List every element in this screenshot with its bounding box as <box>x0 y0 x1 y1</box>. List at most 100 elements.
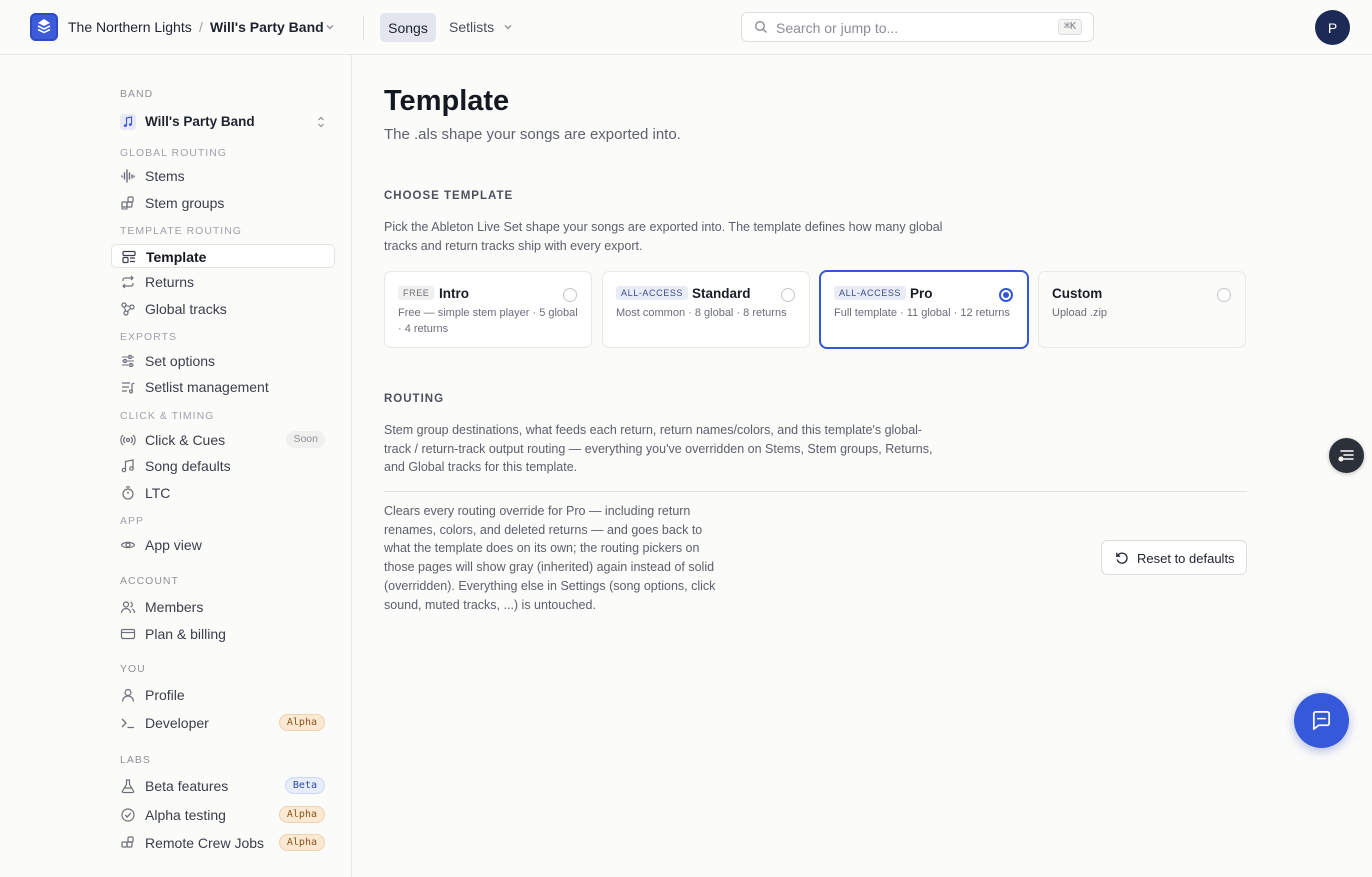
sidebar-item-alpha-testing[interactable]: Alpha testing Alpha <box>111 803 335 827</box>
app-logo-icon[interactable] <box>30 13 58 41</box>
check-circle-icon <box>120 807 136 823</box>
search-shortcut: ⌘K <box>1057 19 1082 35</box>
template-card-custom[interactable]: Custom Upload .zip <box>1038 271 1246 348</box>
top-divider <box>363 16 364 40</box>
chat-button[interactable] <box>1294 693 1349 748</box>
sidebar-item-song-defaults[interactable]: Song defaults <box>111 454 335 478</box>
section-app: APP <box>120 515 145 527</box>
sidebar-item-label: Template <box>146 249 207 265</box>
description-line: Pick the Ableton Live Set shape your son… <box>384 220 943 234</box>
template-description: Most common · 8 global · 8 returns <box>616 307 787 319</box>
sidebar-item-label: Click & Cues <box>145 432 226 448</box>
sidebar-item-app-view[interactable]: App view <box>111 533 335 557</box>
breadcrumb-org[interactable]: The Northern Lights <box>68 19 192 35</box>
sidebar-item-returns[interactable]: Returns <box>111 270 335 294</box>
list-icon <box>1338 450 1354 462</box>
page-subtitle: The .als shape your songs are exported i… <box>384 126 681 143</box>
sidebar-item-plan-billing[interactable]: Plan & billing <box>111 622 335 646</box>
sidebar-item-developer[interactable]: Developer Alpha <box>111 711 335 735</box>
search-icon <box>754 20 768 34</box>
sidebar-item-remote-crew-jobs[interactable]: Remote Crew Jobs Alpha <box>111 831 335 855</box>
sidebar-item-stem-groups[interactable]: Stem groups <box>111 191 335 215</box>
sidebar-item-label: Song defaults <box>145 458 231 474</box>
description-line: track / return-track output routing — ev… <box>384 441 933 456</box>
section-exports: EXPORTS <box>120 331 177 343</box>
sidebar-item-label: Setlist management <box>145 379 269 395</box>
template-card-pro[interactable]: ALL-ACCESS Pro Full template · 11 global… <box>820 271 1028 348</box>
waveform-icon <box>120 168 136 184</box>
template-description: Full template · 11 global · 12 returns <box>834 307 1010 319</box>
description-line: Clears every routing override for Pro — … <box>384 504 691 518</box>
reset-button-label: Reset to defaults <box>1137 551 1235 566</box>
template-card-intro[interactable]: FREE Intro Free — simple stem player · 5… <box>384 271 592 348</box>
section-template-routing: TEMPLATE ROUTING <box>120 225 242 237</box>
template-description: Free — simple stem player · 5 global · 4… <box>398 307 578 335</box>
sidebar-item-stems[interactable]: Stems <box>111 164 335 188</box>
chevron-up-down-icon <box>316 115 326 129</box>
section-band: BAND <box>120 88 154 100</box>
grid-plus-icon <box>120 195 136 211</box>
search-input[interactable]: Search or jump to... ⌘K <box>741 12 1094 42</box>
chevron-down-icon[interactable] <box>324 21 336 33</box>
sidebar-item-global-tracks[interactable]: Global tracks <box>111 297 335 321</box>
reset-icon <box>1115 551 1129 565</box>
template-radio[interactable] <box>563 288 577 302</box>
timer-icon <box>120 485 136 501</box>
routing-description: Stem group destinations, what feeds each… <box>384 421 932 477</box>
nav-songs-tab[interactable]: Songs <box>380 13 436 42</box>
description-line: Stem group destinations, what feeds each… <box>384 423 923 437</box>
section-click-timing: CLICK & TIMING <box>120 410 215 422</box>
template-radio[interactable] <box>781 288 795 302</box>
reset-to-defaults-button[interactable]: Reset to defaults <box>1101 540 1247 575</box>
template-radio[interactable] <box>1217 288 1231 302</box>
breadcrumb-separator: / <box>199 19 203 35</box>
credit-card-icon <box>120 626 136 642</box>
soon-badge: Soon <box>286 431 325 448</box>
sidebar-item-label: Plan & billing <box>145 626 226 642</box>
sidebar-item-label: Beta features <box>145 778 229 794</box>
layout-template-icon <box>121 249 137 265</box>
template-radio-selected[interactable] <box>999 288 1013 302</box>
alpha-badge: Alpha <box>278 806 325 823</box>
sidebar-item-profile[interactable]: Profile <box>111 683 335 707</box>
sidebar-item-label: Members <box>145 599 204 615</box>
description-line: those pages will show gray (inherited) a… <box>384 560 715 575</box>
sidebar-item-label: Developer <box>145 715 209 731</box>
beta-badge: Beta <box>284 777 325 794</box>
section-global-routing: GLOBAL ROUTING <box>120 147 227 159</box>
sidebar-item-label: Stem groups <box>145 195 225 211</box>
floating-toolbar-button[interactable] <box>1329 438 1364 473</box>
section-you: YOU <box>120 663 146 675</box>
sidebar-item-beta-features[interactable]: Beta features Beta <box>111 774 335 798</box>
template-card-standard[interactable]: ALL-ACCESS Standard Most common · 8 glob… <box>602 271 810 348</box>
sidebar-item-set-options[interactable]: Set options <box>111 349 335 373</box>
radio-signal-icon <box>120 432 136 448</box>
avatar[interactable]: P <box>1315 10 1350 45</box>
sidebar-item-label: App view <box>145 537 202 553</box>
description-line: tracks and return tracks ship with every… <box>384 238 643 253</box>
sidebar-item-label: Stems <box>145 168 185 184</box>
section-labs: LABS <box>120 754 151 766</box>
nav-setlists-tab[interactable]: Setlists <box>449 19 494 35</box>
flask-icon <box>120 778 136 794</box>
repeat-icon <box>120 274 136 290</box>
sidebar-item-setlist-management[interactable]: Setlist management <box>111 375 335 399</box>
chevron-down-icon[interactable] <box>502 21 514 33</box>
users-icon <box>120 599 136 615</box>
sidebar-item-ltc[interactable]: LTC <box>111 481 335 505</box>
breadcrumb-band[interactable]: Will's Party Band <box>210 19 324 35</box>
band-selector[interactable]: Will's Party Band <box>111 109 335 135</box>
music-note-icon <box>120 458 136 474</box>
section-account: ACCOUNT <box>120 575 179 587</box>
sidebar: BAND Will's Party Band GLOBAL ROUTING St… <box>0 55 352 877</box>
list-music-icon <box>120 379 136 395</box>
description-line: sound, muted tracks, ...) is untouched. <box>384 597 596 612</box>
alpha-badge: Alpha <box>278 834 325 851</box>
template-description: Upload .zip <box>1052 307 1108 319</box>
sidebar-item-members[interactable]: Members <box>111 595 335 619</box>
sidebar-item-click-cues[interactable]: Click & Cues Soon <box>111 428 335 452</box>
eye-icon <box>120 537 136 553</box>
description-line: what the template does on its own; the r… <box>384 541 700 556</box>
description-line: renames, colors, and deleted returns — a… <box>384 522 703 537</box>
sidebar-item-template[interactable]: Template <box>111 244 335 268</box>
